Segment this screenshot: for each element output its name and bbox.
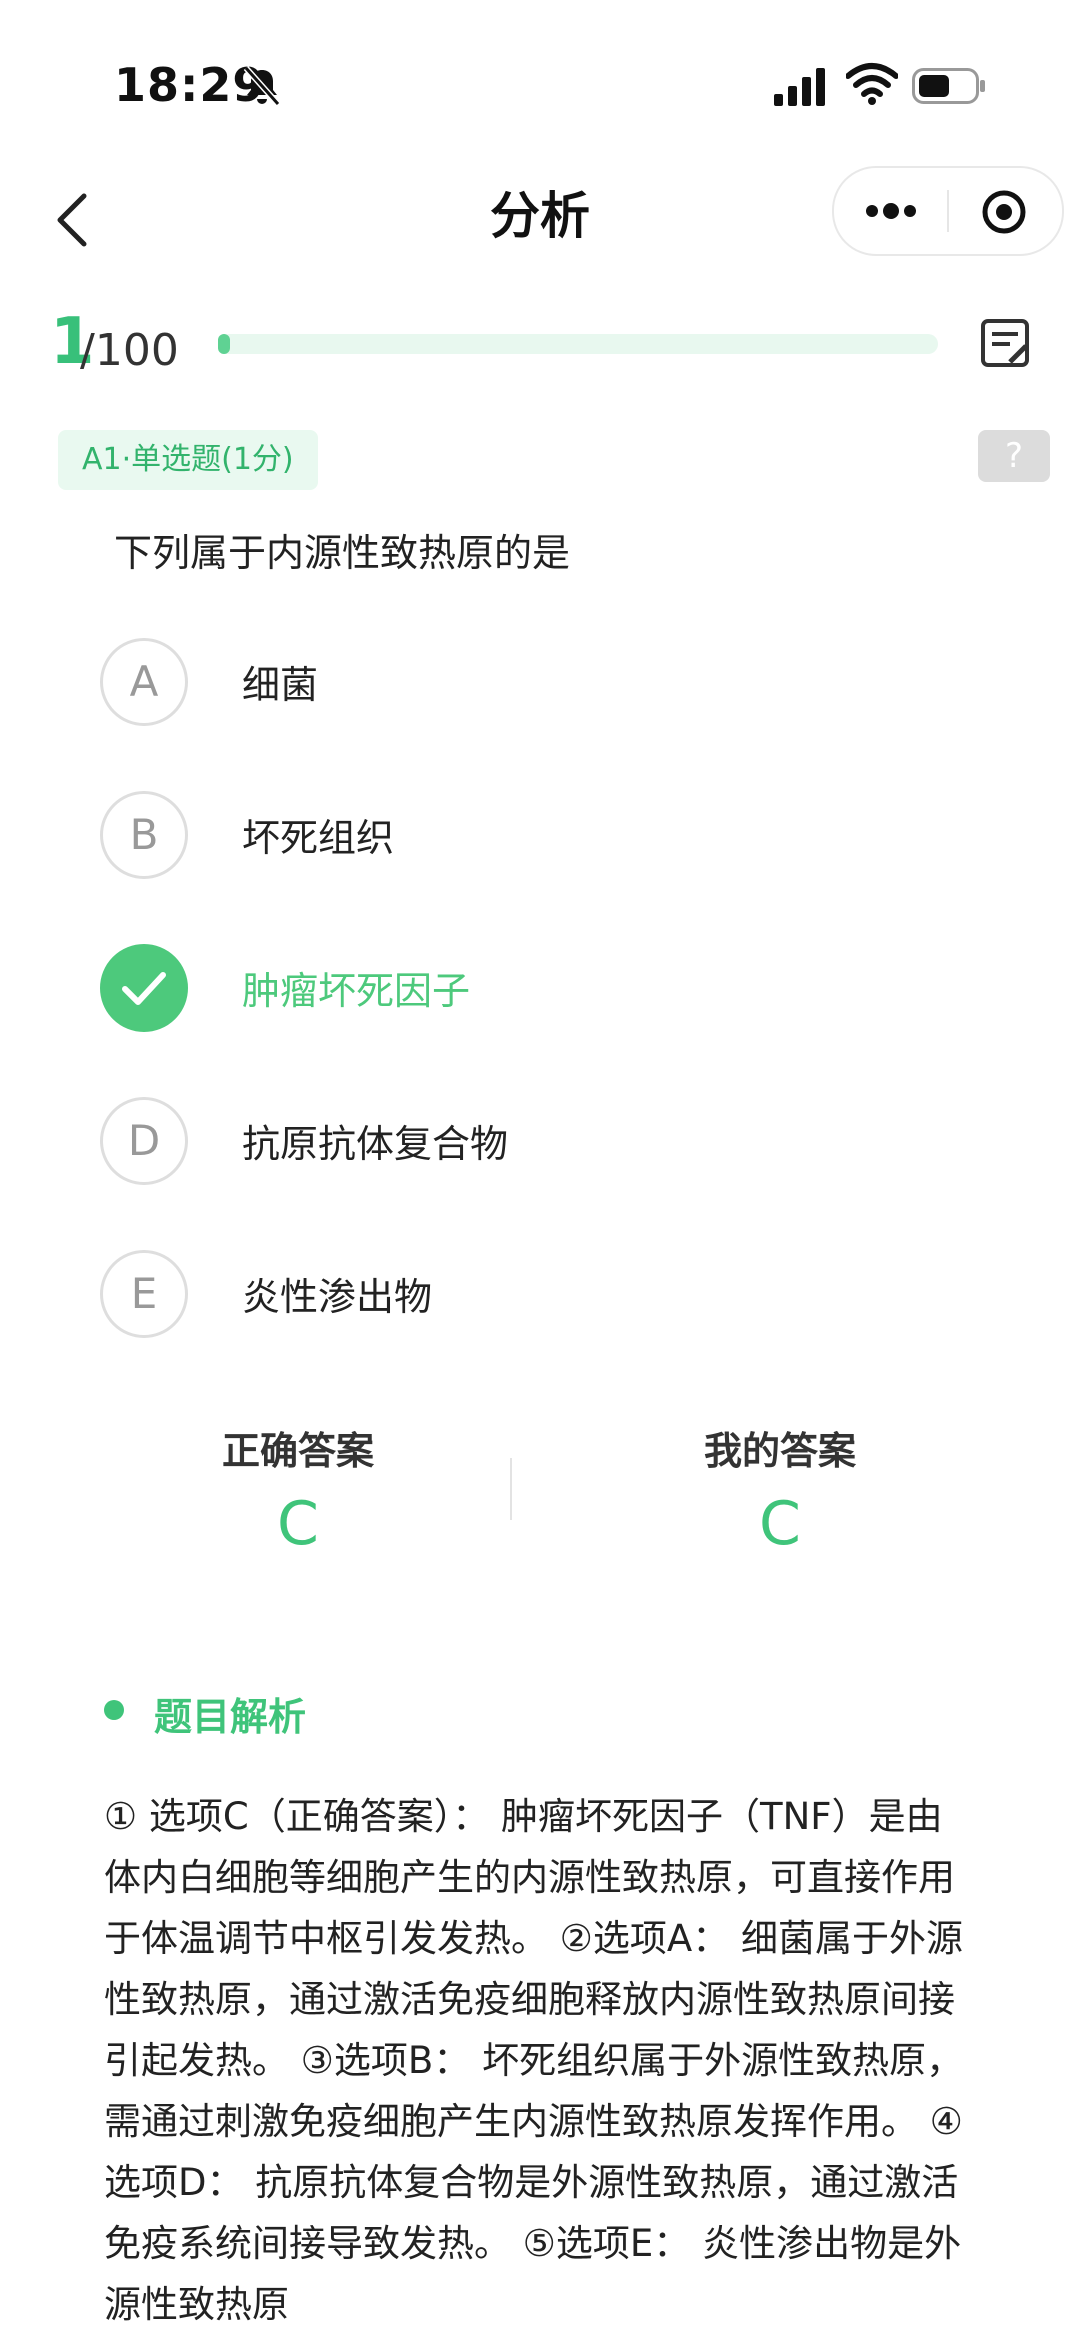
my-answer: 我的答案 C: [630, 1420, 930, 1559]
my-answer-value: C: [759, 1489, 801, 1559]
option-c[interactable]: 肿瘤坏死因子: [100, 944, 1000, 1034]
analysis-bullet: [104, 1700, 124, 1720]
analysis-text: ① 选项C（正确答案）： 肿瘤坏死因子（TNF）是由体内白细胞等细胞产生的内源性…: [104, 1795, 964, 2326]
option-e[interactable]: E 炎性渗出物: [100, 1250, 1000, 1340]
capsule-divider: [947, 190, 949, 232]
option-label: 炎性渗出物: [242, 1275, 433, 1319]
more-icon[interactable]: [864, 190, 918, 232]
correct-answer-value: C: [277, 1489, 319, 1559]
battery-icon: [912, 68, 985, 104]
analysis-heading: 题目解析: [154, 1695, 307, 1739]
help-button[interactable]: ?: [978, 430, 1050, 482]
question-type-badge: A1·单选题(1分): [58, 430, 318, 490]
wifi-icon: [846, 63, 898, 105]
option-label: 肿瘤坏死因子: [242, 969, 471, 1013]
option-label: 细菌: [242, 663, 319, 707]
option-letter: B: [100, 791, 188, 879]
progress-total: /100: [80, 325, 179, 376]
option-letter: D: [100, 1097, 188, 1185]
option-correct-check: [100, 944, 188, 1032]
close-miniapp-icon[interactable]: [980, 188, 1028, 236]
progress-bar: [218, 334, 938, 354]
option-d[interactable]: D 抗原抗体复合物: [100, 1097, 1000, 1187]
signal-icon: [774, 68, 825, 106]
correct-answer-label: 正确答案: [221, 1429, 374, 1473]
answer-divider: [510, 1458, 512, 1520]
answer-sheet-icon[interactable]: [980, 318, 1032, 370]
option-b[interactable]: B 坏死组织: [100, 791, 1000, 881]
option-label: 抗原抗体复合物: [242, 1122, 509, 1166]
question-stem: 下列属于内源性致热原的是: [114, 531, 571, 575]
option-a[interactable]: A 细菌: [100, 638, 1000, 728]
option-letter: E: [100, 1250, 188, 1338]
miniapp-capsule: [832, 166, 1064, 256]
my-answer-label: 我的答案: [703, 1429, 856, 1473]
progress-fill: [218, 334, 230, 354]
correct-answer: 正确答案 C: [148, 1420, 448, 1559]
check-icon: [122, 972, 166, 1005]
bell-muted-icon: [243, 66, 281, 106]
option-label: 坏死组织: [242, 816, 395, 860]
option-letter: A: [100, 638, 188, 726]
